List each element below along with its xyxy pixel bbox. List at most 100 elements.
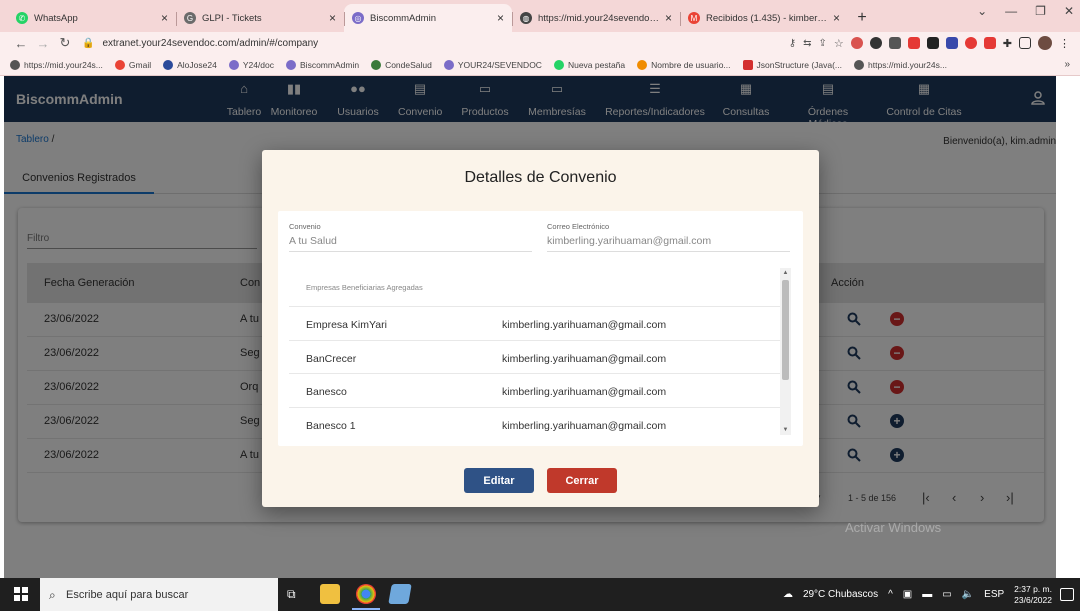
- extension-icon[interactable]: [888, 37, 901, 49]
- avatar[interactable]: [1038, 36, 1052, 50]
- weather-text[interactable]: 29°C Chubascos: [803, 589, 878, 600]
- window-controls: ⌄ — ❐ ✕: [977, 4, 1074, 18]
- close-button[interactable]: Cerrar: [547, 468, 617, 493]
- extension-icon[interactable]: [964, 37, 977, 49]
- scroll-down-icon[interactable]: ▼: [780, 425, 791, 435]
- minimize-icon[interactable]: —: [1005, 4, 1017, 18]
- back-arrow-icon[interactable]: ←: [10, 36, 32, 51]
- windows-start-icon[interactable]: [14, 587, 28, 601]
- biscomm-icon: ◎: [352, 12, 364, 24]
- key-icon[interactable]: ⚷: [789, 38, 796, 49]
- puzzle-icon[interactable]: ✚: [1003, 37, 1012, 50]
- dialog-title: Detalles de Convenio: [464, 169, 617, 186]
- bookmark[interactable]: Nombre de usuario...: [637, 59, 731, 70]
- company-email: kimberling.yarihuaman@gmail.com: [502, 420, 667, 432]
- bookmark-favicon: [163, 59, 174, 70]
- file-explorer-icon[interactable]: [320, 584, 340, 604]
- extension-icon[interactable]: [869, 37, 882, 49]
- whatsapp-icon: [553, 59, 564, 70]
- bookmark[interactable]: YOUR24/SEVENDOC: [443, 59, 542, 70]
- url-text: extranet.your24sevendoc.com/admin/#/comp…: [102, 37, 319, 49]
- list-scrollbar[interactable]: ▲ ▼: [780, 268, 791, 435]
- chevron-up-icon[interactable]: ^: [888, 589, 893, 600]
- dialog-body: Convenio A tu Salud Correo Electrónico k…: [278, 211, 803, 446]
- close-window-icon[interactable]: ✕: [1064, 4, 1074, 18]
- more-bookmarks-button[interactable]: »: [1064, 59, 1070, 70]
- bookmark[interactable]: BiscommAdmin: [286, 59, 359, 70]
- chevron-down-icon[interactable]: ⌄: [977, 4, 987, 18]
- list-item: Banesco 1 kimberling.yarihuaman@gmail.co…: [289, 407, 780, 435]
- notifications-icon[interactable]: [1060, 588, 1074, 601]
- tray-app-icon[interactable]: ▣: [903, 589, 912, 600]
- task-view-icon[interactable]: ⧉: [287, 587, 296, 602]
- translate-icon[interactable]: ⇆: [803, 38, 811, 49]
- url-field[interactable]: 🔒 extranet.your24sevendoc.com/admin/#/co…: [82, 33, 682, 53]
- bookmark[interactable]: Y24/doc: [228, 59, 274, 70]
- sidebar-icon[interactable]: [1019, 37, 1031, 49]
- tab-title: Recibidos (1.435) - kimberlingyar: [706, 12, 829, 24]
- kebab-menu-icon[interactable]: ⋮: [1059, 37, 1070, 50]
- reload-icon[interactable]: ↻: [54, 35, 76, 51]
- chrome-icon[interactable]: [352, 584, 380, 610]
- browser-tab[interactable]: G GLPI - Tickets ×: [176, 4, 344, 32]
- bookmark[interactable]: JsonStructure (Java(...: [742, 59, 843, 70]
- convenio-details-dialog: Detalles de Convenio Convenio A tu Salud…: [262, 150, 819, 507]
- globe-icon: ◍: [520, 12, 532, 24]
- browser-tab-active[interactable]: ◎ BiscommAdmin ×: [344, 4, 512, 32]
- restore-icon[interactable]: ❐: [1035, 4, 1046, 18]
- search-placeholder: Escribe aquí para buscar: [66, 588, 189, 601]
- list-item: Banesco kimberling.yarihuaman@gmail.com: [289, 373, 780, 407]
- convenio-field: Convenio A tu Salud: [289, 222, 532, 252]
- bookmark[interactable]: CondeSalud: [371, 59, 432, 70]
- tab-title: https://mid.your24sevendoc.com: [538, 12, 661, 24]
- scroll-up-icon[interactable]: ▲: [780, 268, 791, 278]
- list-item: BanCrecer kimberling.yarihuaman@gmail.co…: [289, 340, 780, 374]
- extension-icon[interactable]: [850, 37, 863, 49]
- extension-icon[interactable]: [907, 37, 920, 49]
- bookmark[interactable]: AloJose24: [163, 59, 217, 70]
- whatsapp-icon: ✆: [16, 12, 28, 24]
- battery-icon[interactable]: ▬: [922, 589, 932, 600]
- volume-icon[interactable]: 🔈: [962, 589, 974, 600]
- browser-tab[interactable]: ✆ WhatsApp ×: [8, 4, 176, 32]
- close-icon[interactable]: ×: [161, 11, 168, 25]
- browser-tab[interactable]: M Recibidos (1.435) - kimberlingyar ×: [680, 4, 848, 32]
- network-icon[interactable]: ▭: [942, 589, 951, 600]
- forward-arrow-icon[interactable]: →: [32, 36, 54, 51]
- bookmark-label: JsonStructure (Java(...: [756, 59, 843, 70]
- clock-time: 2:37 p. m.: [1014, 583, 1052, 594]
- close-icon[interactable]: ×: [329, 11, 336, 25]
- glpi-icon: G: [184, 12, 196, 24]
- bookmark[interactable]: https://mid.your24s...: [10, 59, 103, 70]
- taskbar-search-input[interactable]: ⌕ Escribe aquí para buscar: [40, 578, 278, 611]
- language-indicator[interactable]: ESP: [984, 589, 1004, 600]
- new-tab-button[interactable]: +: [848, 4, 876, 32]
- extension-icon[interactable]: [983, 37, 996, 49]
- close-icon[interactable]: ×: [665, 11, 672, 25]
- tab-title: WhatsApp: [34, 12, 78, 24]
- app-icon[interactable]: [388, 584, 412, 604]
- bookmark[interactable]: https://mid.your24s...: [854, 59, 947, 70]
- bookmark-favicon: [443, 59, 454, 70]
- company-name: BanCrecer: [306, 353, 357, 365]
- company-name: Empresa KimYari: [306, 319, 387, 331]
- clock[interactable]: 2:37 p. m. 23/6/2022: [1014, 584, 1052, 606]
- extension-icon[interactable]: [926, 37, 939, 49]
- share-icon[interactable]: ⇪: [819, 38, 827, 49]
- clock-date: 23/6/2022: [1014, 594, 1052, 605]
- browser-tab[interactable]: ◍ https://mid.your24sevendoc.com ×: [512, 4, 680, 32]
- scrollbar-thumb[interactable]: [782, 280, 789, 380]
- extension-icon[interactable]: [945, 37, 958, 49]
- bookmarks-bar: https://mid.your24s... Gmail AloJose24 Y…: [0, 54, 1080, 76]
- close-icon[interactable]: ×: [497, 11, 504, 25]
- extension-icons: ⚷ ⇆ ⇪ ☆ ✚ ⋮: [789, 36, 1070, 50]
- star-icon[interactable]: ☆: [834, 37, 844, 50]
- bookmark[interactable]: Nueva pestaña: [553, 59, 625, 70]
- bookmark-label: AloJose24: [177, 59, 217, 70]
- close-icon[interactable]: ×: [833, 11, 840, 25]
- gmail-icon: [114, 59, 125, 70]
- tab-title: BiscommAdmin: [370, 12, 436, 24]
- bookmark-favicon: [637, 59, 648, 70]
- bookmark[interactable]: Gmail: [114, 59, 151, 70]
- edit-button[interactable]: Editar: [464, 468, 534, 493]
